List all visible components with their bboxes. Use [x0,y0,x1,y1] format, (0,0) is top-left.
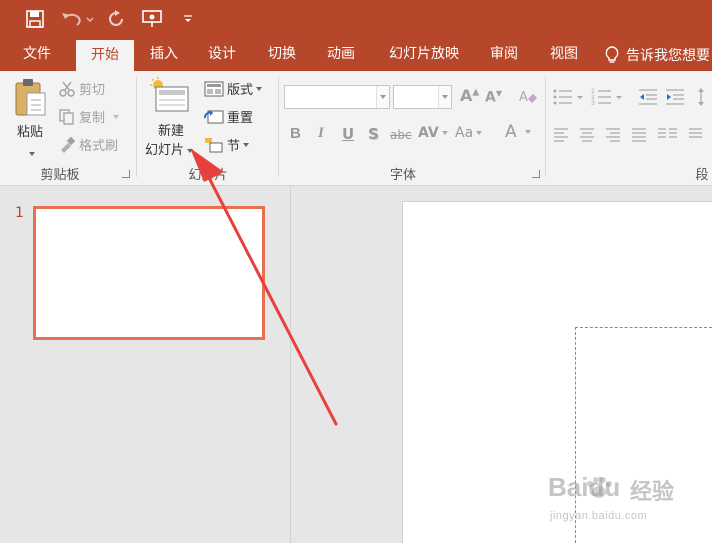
char-spacing-button[interactable]: AV [418,125,448,141]
align-icons[interactable] [552,125,712,145]
font-name-combo[interactable] [284,85,390,109]
change-case-button[interactable]: Aa [455,125,483,141]
tab-animations[interactable]: 动画 [315,38,367,71]
tab-file[interactable]: 文件 [6,38,68,71]
tab-slideshow[interactable]: 幻灯片放映 [378,38,470,71]
scissors-icon [59,81,75,97]
grow-font-button[interactable]: A▲ [460,86,479,105]
layout-button[interactable]: 版式 [204,79,263,98]
tab-transitions[interactable]: 切换 [256,38,308,71]
watermark-url: jingyan.baidu.com [550,510,648,522]
format-painter-icon [61,136,76,153]
cut-button[interactable]: 剪切 [58,79,105,98]
section-button[interactable]: 节 [204,135,250,154]
group-divider [136,77,137,177]
svg-text:3: 3 [591,100,595,107]
tell-me-text: 告诉我您想要 [626,47,710,64]
group-divider [278,77,279,177]
paragraph-group-label: 段 [695,168,709,183]
cut-label: 剪切 [79,83,106,98]
clipboard-launcher-icon[interactable] [122,170,130,178]
font-size-dropdown[interactable] [438,86,451,108]
copy-label: 复制 [79,111,106,126]
clear-formatting-button[interactable]: A [518,87,538,111]
lightbulb-icon [605,45,619,63]
format-painter-button[interactable]: 格式刷 [58,135,118,154]
bullets-button[interactable] [552,87,586,111]
decrease-indent-icon [639,89,657,105]
group-divider [545,77,546,177]
font-name-dropdown[interactable] [376,86,389,108]
clipboard-group-label: 剪贴板 [40,168,80,183]
font-group-label: 字体 [389,168,416,183]
tab-view[interactable]: 视图 [540,38,588,71]
decrease-indent-button[interactable] [638,87,658,111]
watermark-brand-cn: 经验 [630,480,675,505]
reset-label: 重置 [227,111,254,126]
font-launcher-icon[interactable] [532,170,540,178]
ribbon-home: 粘贴 剪切 复制 格式刷 剪贴板 新建 幻灯片 版式 重置 节 幻灯片 A▲ A… [0,71,712,186]
tell-me-box[interactable]: 告诉我您想要 [604,38,710,71]
char-spacing-glyph: AV [418,125,439,141]
new-slide-icon [150,77,189,112]
undo-icon[interactable] [58,7,96,31]
paste-icon [15,79,46,116]
slides-group-label: 幻灯片 [188,168,228,183]
strikethrough-button[interactable]: abc [390,128,412,142]
tab-home[interactable]: 开始 [76,40,134,71]
underline-button[interactable]: U [342,125,354,143]
line-spacing-button[interactable] [698,87,712,111]
section-label: 节 [227,139,241,154]
line-spacing-icon [698,88,704,106]
copy-button[interactable]: 复制 [58,107,120,126]
layout-label: 版式 [227,83,254,98]
svg-text:A: A [519,90,528,105]
grow-font-glyph: A [460,86,473,105]
slide-number: 1 [15,205,24,221]
baidu-watermark: Baidu 经验 jingyan.baidu.com [548,470,698,530]
reset-icon [204,109,224,123]
copy-icon [59,108,74,125]
tab-review[interactable]: 审阅 [480,38,528,71]
increase-indent-button[interactable] [665,87,685,111]
slide-thumbnail[interactable] [33,206,265,340]
layout-icon [204,81,224,96]
paw-icon [584,476,614,500]
bold-button[interactable]: B [290,125,301,142]
paste-label: 粘贴 [16,125,43,140]
bullets-icon [553,89,583,105]
eraser-icon: A [519,90,537,105]
font-size-combo[interactable] [393,85,452,109]
numbering-icon: 123 [591,88,622,107]
italic-button[interactable]: I [318,125,324,142]
title-bar [0,0,712,38]
paste-button[interactable] [12,77,48,119]
paste-dropdown[interactable] [26,143,35,162]
paragraph-align-buttons [552,125,712,149]
section-icon [205,137,223,152]
new-slide-label-1: 新建 [157,124,184,139]
font-color-button[interactable]: A [505,122,531,142]
save-icon[interactable] [24,7,46,31]
reset-button[interactable]: 重置 [204,107,253,126]
shrink-font-button[interactable]: A▼ [485,89,502,106]
format-painter-label: 格式刷 [79,139,119,154]
increase-indent-icon [666,89,684,105]
tab-insert[interactable]: 插入 [138,38,190,71]
new-slide-label-2[interactable]: 幻灯片 [140,139,198,158]
new-slide-label-text: 幻灯片 [144,143,184,158]
shrink-font-glyph: A [485,89,496,106]
numbering-button[interactable]: 123 [591,87,625,111]
shadow-button[interactable]: S [368,125,379,143]
present-from-start-icon[interactable] [140,7,166,31]
ribbon-tabs: 文件 开始 插入 设计 切换 动画 幻灯片放映 审阅 视图 告诉我您想要 [0,38,712,71]
tab-design[interactable]: 设计 [196,38,248,71]
change-case-glyph: Aa [455,125,474,141]
font-color-glyph: A [505,122,517,142]
redo-icon[interactable] [105,7,127,31]
customize-toolbar-icon[interactable] [180,7,196,31]
new-slide-button[interactable] [148,77,192,117]
